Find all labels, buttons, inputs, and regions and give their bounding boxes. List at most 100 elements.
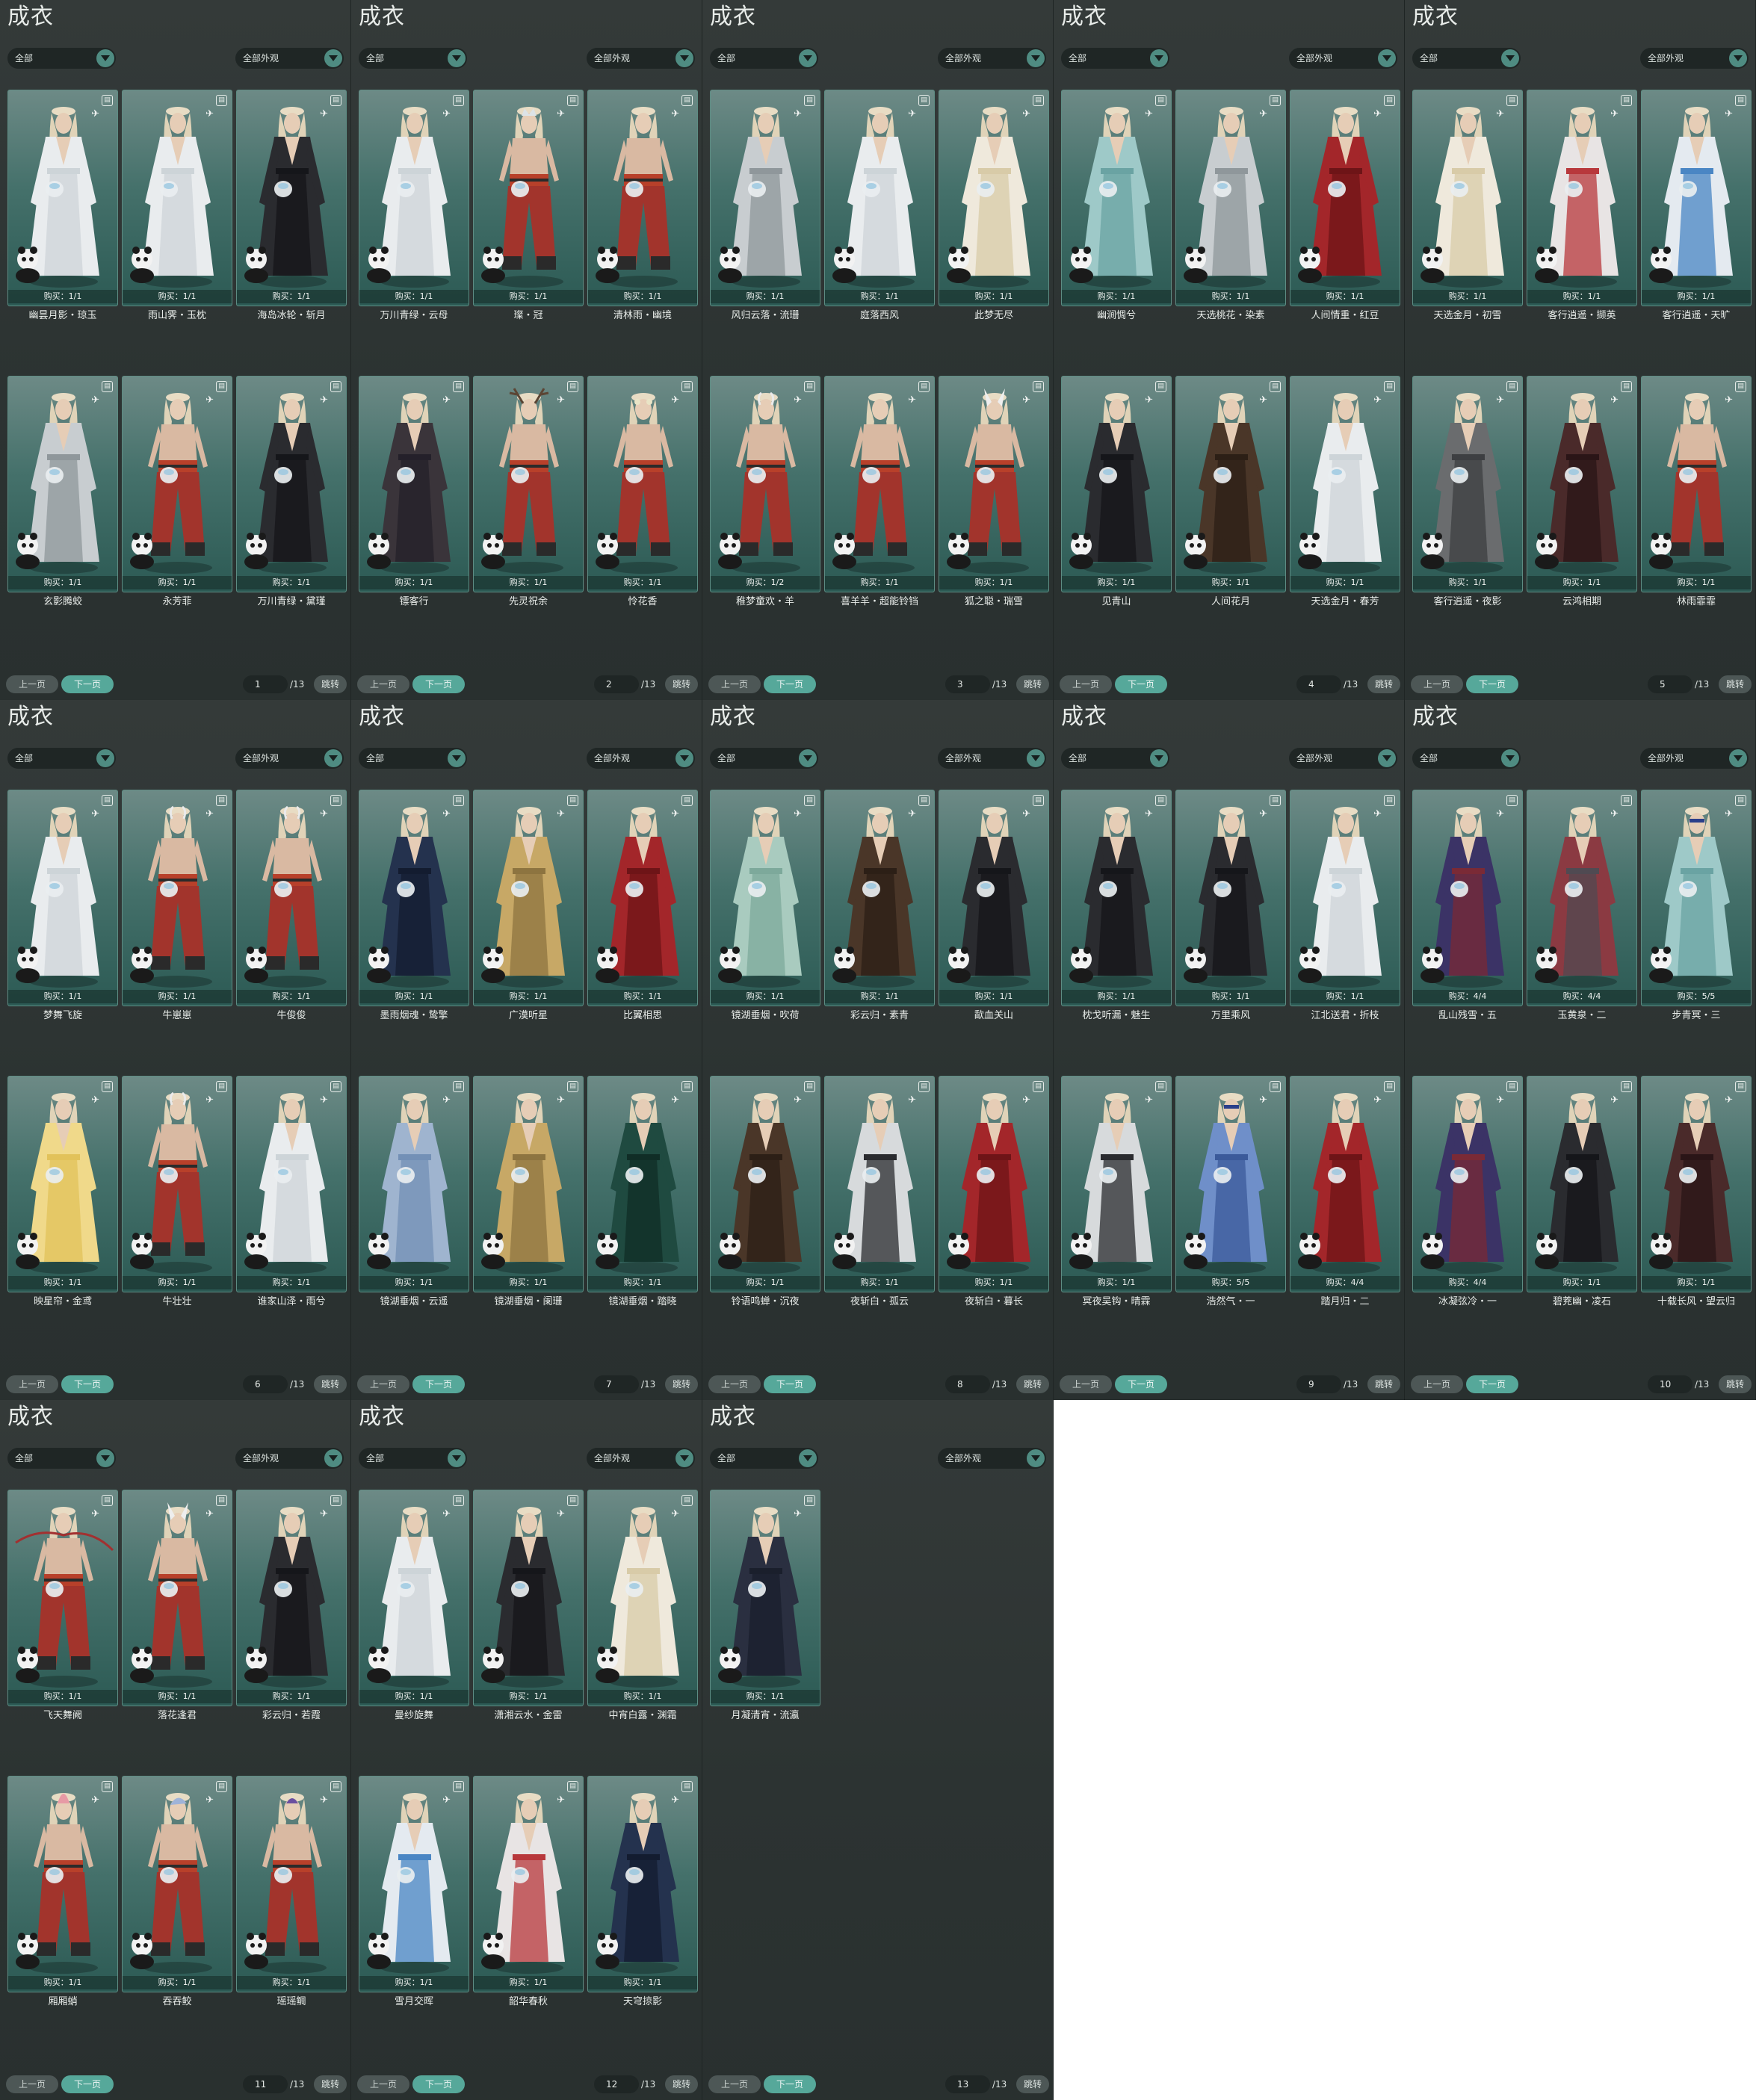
next-page-button[interactable]: 下一页 <box>764 2075 816 2093</box>
outfit-card[interactable]: ▤ ✈ 购买：1/1 <box>473 1490 584 1706</box>
outfit-card[interactable]: ▤ ✈ 购买：1/1 <box>7 1490 118 1706</box>
outfit-card[interactable]: ▤ ✈ 购买：1/1 <box>824 790 935 1006</box>
outfit-card[interactable]: ▤ ✈ 购买：5/5 <box>1641 790 1752 1006</box>
tag-icon[interactable]: ▤ <box>1155 95 1166 106</box>
prev-page-button[interactable]: 上一页 <box>1060 675 1112 693</box>
tag-icon[interactable]: ▤ <box>1384 795 1395 806</box>
page-number-input[interactable]: 4 <box>1296 675 1341 693</box>
tag-icon[interactable]: ▤ <box>1621 1081 1632 1092</box>
tag-icon[interactable]: ▤ <box>453 1081 464 1092</box>
chevron-down-icon[interactable] <box>324 749 342 767</box>
jump-button[interactable]: 跳转 <box>1016 1375 1049 1393</box>
prev-page-button[interactable]: 上一页 <box>357 2075 409 2093</box>
appearance-dropdown[interactable]: 全部外观 <box>1289 48 1397 69</box>
outfit-card[interactable]: ▤ ✈ 购买：4/4 <box>1412 1076 1523 1292</box>
appearance-dropdown[interactable]: 全部外观 <box>938 1448 1046 1469</box>
category-dropdown[interactable]: 全部 <box>359 1448 467 1469</box>
outfit-card[interactable]: ▤ ✈ 购买：1/1 <box>824 1076 935 1292</box>
next-page-button[interactable]: 下一页 <box>764 675 816 693</box>
appearance-dropdown[interactable]: 全部外观 <box>235 48 344 69</box>
outfit-card[interactable]: ▤ ✈ 购买：1/1 <box>710 90 820 306</box>
outfit-card[interactable]: ▤ ✈ 购买：1/1 <box>587 90 698 306</box>
outfit-card[interactable]: ▤ ✈ 购买：1/1 <box>473 1776 584 1992</box>
outfit-card[interactable]: ▤ ✈ 购买：1/1 <box>7 1076 118 1292</box>
tag-icon[interactable]: ▤ <box>102 795 113 806</box>
tag-icon[interactable]: ▤ <box>804 1081 815 1092</box>
category-dropdown[interactable]: 全部 <box>7 48 116 69</box>
outfit-card[interactable]: ▤ ✈ 购买：1/1 <box>359 376 469 592</box>
page-number-input[interactable]: 6 <box>243 1375 288 1393</box>
tag-icon[interactable]: ▤ <box>567 1081 578 1092</box>
outfit-card[interactable]: ▤ ✈ 购买：4/4 <box>1412 790 1523 1006</box>
tag-icon[interactable]: ▤ <box>1033 95 1044 106</box>
tag-icon[interactable]: ▤ <box>330 1081 341 1092</box>
jump-button[interactable]: 跳转 <box>1367 675 1400 693</box>
outfit-card[interactable]: ▤ ✈ 购买：1/1 <box>122 376 232 592</box>
outfit-card[interactable]: ▤ ✈ 购买：1/1 <box>1641 376 1752 592</box>
prev-page-button[interactable]: 上一页 <box>1411 1375 1463 1393</box>
outfit-card[interactable]: ▤ ✈ 购买：1/1 <box>122 1490 232 1706</box>
chevron-down-icon[interactable] <box>1027 1449 1045 1467</box>
tag-icon[interactable]: ▤ <box>330 1781 341 1792</box>
tag-icon[interactable]: ▤ <box>1735 95 1746 106</box>
jump-button[interactable]: 跳转 <box>314 675 347 693</box>
chevron-down-icon[interactable] <box>448 1449 466 1467</box>
chevron-down-icon[interactable] <box>799 1449 817 1467</box>
outfit-card[interactable]: ▤ ✈ 购买：1/1 <box>710 790 820 1006</box>
tag-icon[interactable]: ▤ <box>681 1081 693 1092</box>
outfit-card[interactable]: ▤ ✈ 购买：1/1 <box>236 1776 347 1992</box>
outfit-card[interactable]: ▤ ✈ 购买：4/4 <box>1527 790 1637 1006</box>
tag-icon[interactable]: ▤ <box>1621 95 1632 106</box>
tag-icon[interactable]: ▤ <box>216 95 227 106</box>
chevron-down-icon[interactable] <box>1150 749 1168 767</box>
outfit-card[interactable]: ▤ ✈ 购买：1/1 <box>1412 376 1523 592</box>
tag-icon[interactable]: ▤ <box>681 1495 693 1506</box>
category-dropdown[interactable]: 全部 <box>7 748 116 769</box>
next-page-button[interactable]: 下一页 <box>412 2075 465 2093</box>
outfit-card[interactable]: ▤ ✈ 购买：1/1 <box>122 1776 232 1992</box>
outfit-card[interactable]: ▤ ✈ 购买：1/1 <box>359 1776 469 1992</box>
outfit-card[interactable]: ▤ ✈ 购买：5/5 <box>1175 1076 1286 1292</box>
prev-page-button[interactable]: 上一页 <box>708 1375 761 1393</box>
tag-icon[interactable]: ▤ <box>1735 795 1746 806</box>
outfit-card[interactable]: ▤ ✈ 购买：1/1 <box>7 376 118 592</box>
chevron-down-icon[interactable] <box>96 1449 114 1467</box>
tag-icon[interactable]: ▤ <box>1384 381 1395 392</box>
jump-button[interactable]: 跳转 <box>665 2075 698 2093</box>
tag-icon[interactable]: ▤ <box>1155 1081 1166 1092</box>
tag-icon[interactable]: ▤ <box>1735 1081 1746 1092</box>
chevron-down-icon[interactable] <box>1501 749 1519 767</box>
next-page-button[interactable]: 下一页 <box>61 2075 114 2093</box>
outfit-card[interactable]: ▤ ✈ 购买：1/1 <box>122 1076 232 1292</box>
page-number-input[interactable]: 8 <box>945 1375 990 1393</box>
next-page-button[interactable]: 下一页 <box>61 1375 114 1393</box>
outfit-card[interactable]: ▤ ✈ 购买：1/1 <box>359 790 469 1006</box>
outfit-card[interactable]: ▤ ✈ 购买：1/1 <box>473 90 584 306</box>
chevron-down-icon[interactable] <box>675 49 693 67</box>
tag-icon[interactable]: ▤ <box>1506 381 1518 392</box>
chevron-down-icon[interactable] <box>1150 49 1168 67</box>
outfit-card[interactable]: ▤ ✈ 购买：1/1 <box>939 90 1049 306</box>
outfit-card[interactable]: ▤ ✈ 购买：1/1 <box>710 1490 820 1706</box>
tag-icon[interactable]: ▤ <box>681 381 693 392</box>
tag-icon[interactable]: ▤ <box>216 381 227 392</box>
outfit-card[interactable]: ▤ ✈ 购买：1/1 <box>236 1490 347 1706</box>
outfit-card[interactable]: ▤ ✈ 购买：1/1 <box>359 1076 469 1292</box>
tag-icon[interactable]: ▤ <box>804 95 815 106</box>
tag-icon[interactable]: ▤ <box>804 1495 815 1506</box>
outfit-card[interactable]: ▤ ✈ 购买：1/1 <box>236 376 347 592</box>
prev-page-button[interactable]: 上一页 <box>1060 1375 1112 1393</box>
prev-page-button[interactable]: 上一页 <box>708 675 761 693</box>
tag-icon[interactable]: ▤ <box>453 95 464 106</box>
outfit-card[interactable]: ▤ ✈ 购买：1/1 <box>1290 790 1400 1006</box>
outfit-card[interactable]: ▤ ✈ 购买：1/1 <box>587 790 698 1006</box>
chevron-down-icon[interactable] <box>675 749 693 767</box>
next-page-button[interactable]: 下一页 <box>1115 675 1167 693</box>
outfit-card[interactable]: ▤ ✈ 购买：1/1 <box>1175 90 1286 306</box>
page-number-input[interactable]: 11 <box>243 2075 288 2093</box>
tag-icon[interactable]: ▤ <box>1033 795 1044 806</box>
tag-icon[interactable]: ▤ <box>681 1781 693 1792</box>
chevron-down-icon[interactable] <box>1501 49 1519 67</box>
tag-icon[interactable]: ▤ <box>567 1781 578 1792</box>
tag-icon[interactable]: ▤ <box>804 795 815 806</box>
